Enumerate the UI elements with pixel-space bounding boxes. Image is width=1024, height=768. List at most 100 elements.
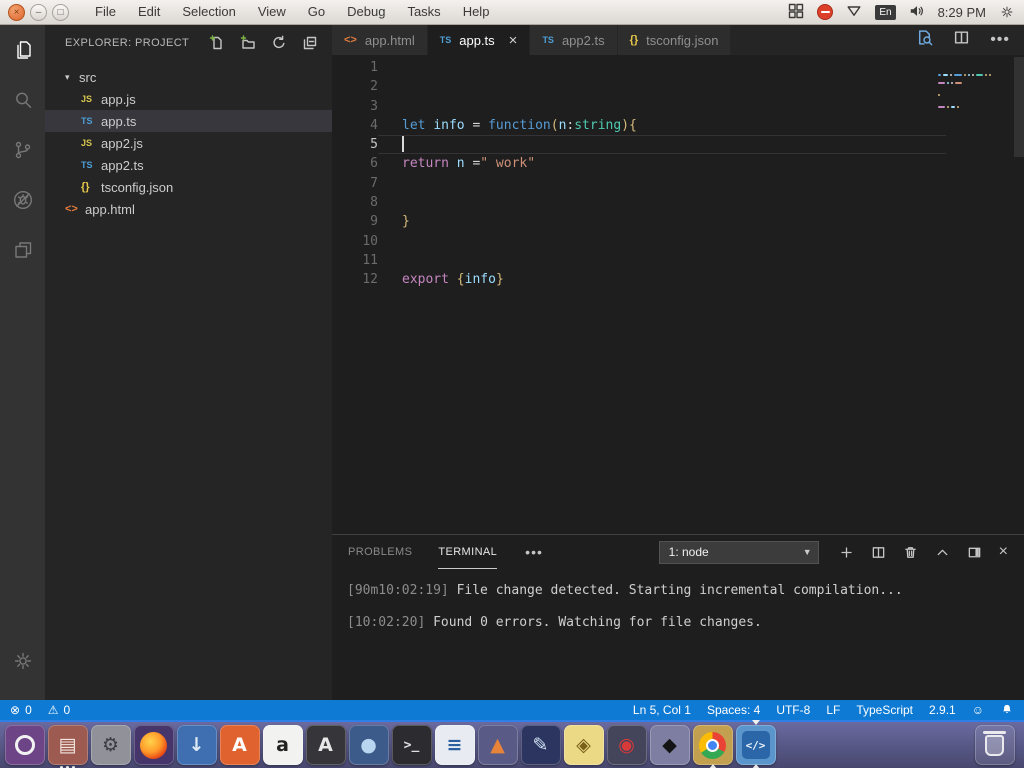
volume-icon[interactable]	[909, 3, 925, 22]
more-actions-icon[interactable]: •••	[990, 31, 1010, 49]
line-content[interactable]: return n =" work"	[378, 154, 946, 173]
tree-item-app-html[interactable]: <>app.html	[45, 198, 332, 220]
maximize-panel-icon[interactable]	[935, 545, 950, 560]
terminal-output[interactable]: [90m10:02:19] File change detected. Star…	[332, 569, 1024, 645]
menu-go[interactable]: Go	[297, 0, 336, 24]
tree-item-app-js[interactable]: JSapp.js	[45, 88, 332, 110]
split-terminal-icon[interactable]	[871, 545, 886, 560]
clock[interactable]: 8:29 PM	[938, 5, 986, 20]
language-mode[interactable]: TypeScript	[856, 703, 913, 717]
launcher-files[interactable]: ▤	[46, 721, 89, 768]
tree-item-app2-ts[interactable]: TSapp2.ts	[45, 154, 332, 176]
tree-item-tsconfig-json[interactable]: {}tsconfig.json	[45, 176, 332, 198]
tab-tsconfig-json[interactable]: {}tsconfig.json	[618, 25, 732, 55]
feedback-smiley-icon[interactable]: ☺	[972, 703, 984, 717]
menu-debug[interactable]: Debug	[336, 0, 396, 24]
menu-edit[interactable]: Edit	[127, 0, 171, 24]
launcher-firefox[interactable]	[132, 721, 175, 768]
launcher-software-center[interactable]: A	[304, 721, 347, 768]
code-line-7[interactable]: 7	[332, 174, 1024, 193]
line-content[interactable]	[378, 135, 946, 154]
line-content[interactable]: }	[378, 212, 946, 231]
collapse-all-icon[interactable]	[302, 35, 318, 51]
kill-terminal-icon[interactable]	[903, 545, 918, 560]
code-line-5[interactable]: 5	[332, 135, 1024, 154]
problems-status[interactable]: ⊗ 0 ⚠ 0	[10, 703, 70, 717]
line-content[interactable]	[378, 97, 946, 116]
launcher-libreoffice-writer[interactable]: ≡	[433, 721, 476, 768]
ts-version[interactable]: 2.9.1	[929, 703, 956, 717]
tree-item-src[interactable]: ▾src	[45, 66, 332, 88]
panel-more-icon[interactable]: •••	[525, 544, 543, 560]
close-panel-icon[interactable]: ×	[999, 544, 1008, 560]
network-icon[interactable]	[846, 3, 862, 22]
eol[interactable]: LF	[826, 703, 840, 717]
line-content[interactable]	[378, 77, 946, 96]
close-tab-icon[interactable]: ×	[509, 33, 518, 48]
code-line-2[interactable]: 2	[332, 77, 1024, 96]
code-line-9[interactable]: 9}	[332, 212, 1024, 231]
activity-source-control[interactable]	[0, 125, 45, 175]
code-line-12[interactable]: 12export {info}	[332, 270, 1024, 289]
do-not-disturb-icon[interactable]	[817, 4, 833, 20]
code-line-6[interactable]: 6return n =" work"	[332, 154, 1024, 173]
new-file-icon[interactable]	[209, 35, 225, 51]
line-content[interactable]: let info = function(n:string){	[378, 116, 946, 135]
activity-extensions[interactable]	[0, 225, 45, 275]
launcher-amazon[interactable]: a	[261, 721, 304, 768]
new-folder-icon[interactable]	[240, 35, 256, 51]
maximize-window-button[interactable]: □	[52, 4, 69, 21]
launcher-screen-recorder[interactable]: ◉	[605, 721, 648, 768]
menu-selection[interactable]: Selection	[171, 0, 246, 24]
menu-tasks[interactable]: Tasks	[396, 0, 451, 24]
panel-tab-terminal[interactable]: TERMINAL	[438, 535, 497, 569]
indentation[interactable]: Spaces: 4	[707, 703, 760, 717]
encoding[interactable]: UTF-8	[776, 703, 810, 717]
minimap[interactable]	[938, 61, 1010, 109]
launcher-color-picker[interactable]: ✎	[519, 721, 562, 768]
launcher-software-updater[interactable]: ↓	[175, 721, 218, 768]
code-editor[interactable]: 1234let info = function(n:string){56retu…	[332, 55, 1024, 534]
code-line-1[interactable]: 1	[332, 58, 1024, 77]
launcher-vscode[interactable]: </>	[734, 721, 777, 768]
launcher-inkscape[interactable]: ◆	[648, 721, 691, 768]
activity-manage[interactable]	[0, 636, 45, 686]
keyboard-layout-indicator[interactable]: En	[875, 5, 895, 20]
session-gear-icon[interactable]	[999, 4, 1016, 21]
launcher-libreoffice-draw[interactable]: ◈	[562, 721, 605, 768]
line-content[interactable]	[378, 232, 946, 251]
tab-app-html[interactable]: <>app.html	[332, 25, 428, 55]
code-line-8[interactable]: 8	[332, 193, 1024, 212]
code-line-4[interactable]: 4let info = function(n:string){	[332, 116, 1024, 135]
tab-app2-ts[interactable]: TSapp2.ts	[530, 25, 617, 55]
open-changes-icon[interactable]	[916, 29, 933, 51]
launcher-google-chrome[interactable]	[691, 721, 734, 768]
cursor-position[interactable]: Ln 5, Col 1	[633, 703, 691, 717]
activity-explorer[interactable]	[0, 25, 45, 75]
launcher-system-settings[interactable]: ⚙	[89, 721, 132, 768]
refresh-icon[interactable]	[271, 35, 287, 51]
tree-item-app-ts[interactable]: TSapp.ts	[45, 110, 332, 132]
launcher-ubuntu-dash[interactable]	[3, 721, 46, 768]
new-terminal-icon[interactable]	[839, 545, 854, 560]
launcher-trash[interactable]	[973, 721, 1016, 768]
line-content[interactable]	[378, 174, 946, 193]
terminal-selector[interactable]: 1: node ▼	[659, 541, 819, 564]
line-content[interactable]	[378, 193, 946, 212]
editor-scrollbar[interactable]	[1014, 57, 1024, 157]
workspace-grid-icon[interactable]	[788, 3, 804, 22]
code-line-3[interactable]: 3	[332, 97, 1024, 116]
activity-debug[interactable]	[0, 175, 45, 225]
tree-item-app2-js[interactable]: JSapp2.js	[45, 132, 332, 154]
line-content[interactable]	[378, 58, 946, 77]
code-line-10[interactable]: 10	[332, 232, 1024, 251]
launcher-terminal[interactable]: >_	[390, 721, 433, 768]
close-window-button[interactable]: ×	[8, 4, 25, 21]
minimize-window-button[interactable]: –	[30, 4, 47, 21]
line-content[interactable]: export {info}	[378, 270, 946, 289]
menu-file[interactable]: File	[84, 0, 127, 24]
menu-view[interactable]: View	[247, 0, 297, 24]
split-editor-icon[interactable]	[953, 29, 970, 51]
line-content[interactable]	[378, 251, 946, 270]
launcher-deluge[interactable]: ●	[347, 721, 390, 768]
